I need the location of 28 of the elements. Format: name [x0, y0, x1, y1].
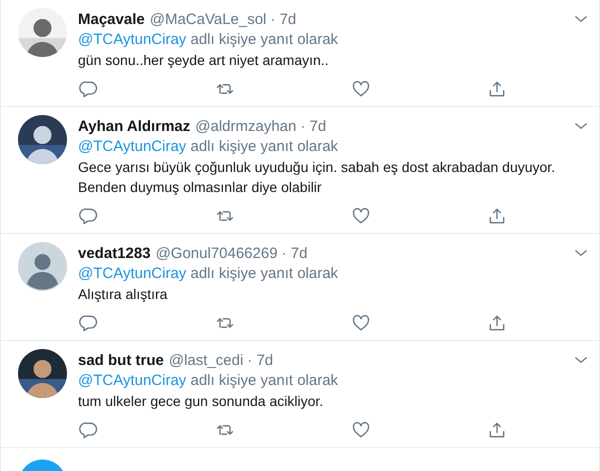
tweet-text: Alıştıra alıştıra: [78, 285, 168, 304]
tweet-card[interactable]: Ayhan Aldırmaz @aldrmzayhan · 7d @TCAytunCiray adlı kişiye yanıt olarak Gece yarısı büyük çoğunluk uyuduğu için. sabah eş dost akrabadan duyuyor. Benden duymuş olmasınlar diye olabilir: [1, 107, 599, 234]
tweet-text: gün sonu..her şeyde art niyet aramayın..: [78, 51, 330, 70]
tweet-card[interactable]: Maçavale @MaCaVaLe_sol · 7d @TCAytunCiray adlı kişiye yanıt olarak gün sonu..her şeyde art niyet aramayın..: [1, 0, 599, 107]
reply-context: @TCAytunCiray adlı kişiye yanıt olarak: [78, 371, 340, 391]
mention-link[interactable]: @TCAytunCiray: [78, 372, 186, 389]
user-handle[interactable]: @Gonul70466269: [156, 244, 278, 262]
tweet-time[interactable]: · 7d: [270, 10, 296, 28]
mention-link[interactable]: @TCAytunCiray: [78, 138, 186, 155]
tweet-time[interactable]: · 7d: [282, 244, 308, 262]
reply-context: @TCAytunCiray adlı kişiye yanıt olarak: [78, 30, 340, 50]
tweet-time[interactable]: · 7d: [300, 118, 326, 134]
mention-link[interactable]: @TCAytunCiray: [78, 265, 186, 282]
user-handle[interactable]: @aldrmzayhan: [195, 118, 296, 134]
tweet-card[interactable]: vedat1283 @Gonul70466269 · 7d @TCAytunCiray adlı kişiye yanıt olarak Alıştıra alıştıra: [1, 234, 599, 341]
tweet-text: tum ulkeler gece gun sonunda acikliyor.: [78, 392, 324, 411]
user-name[interactable]: sad but true: [78, 352, 164, 368]
user-name[interactable]: vedat1283: [78, 244, 151, 262]
user-name[interactable]: Ayhan Aldırmaz: [78, 118, 190, 134]
mention-link[interactable]: @TCAytunCiray: [78, 31, 186, 48]
user-name[interactable]: Maçavale: [78, 10, 145, 28]
user-handle[interactable]: @MaCaVaLe_sol: [150, 10, 266, 28]
tweet-time[interactable]: · 7d: [247, 352, 274, 368]
reply-context: @TCAytunCiray adlı kişiye yanıt olarak: [78, 264, 340, 284]
user-handle[interactable]: @last_cedi: [168, 352, 244, 368]
tweet-text: Gece yarısı büyük çoğunluk uyuduğu için. sabah eş dost akrabadan duyuyor. Benden duymuş olmasınlar diye olabilir: [78, 158, 556, 197]
tweet-card[interactable]: sad but true @last_cedi · 7d @TCAytunCiray adlı kişiye yanıt olarak tum ulkeler gece gun sonunda acikliyor.: [1, 341, 599, 448]
reply-context: @TCAytunCiray adlı kişiye yanıt olarak: [78, 137, 340, 157]
